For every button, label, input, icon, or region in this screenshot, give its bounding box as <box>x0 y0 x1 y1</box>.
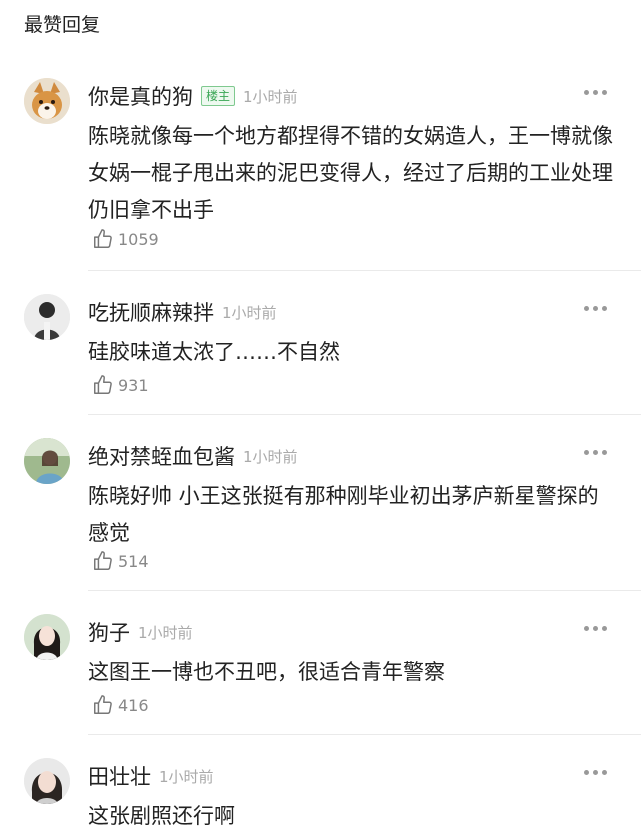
username[interactable]: 绝对禁蛭血包酱 <box>88 441 235 471</box>
comment-item: 狗子 1小时前 这图王一博也不丑吧，很适合青年警察 416 <box>0 614 641 734</box>
username[interactable]: 你是真的狗 <box>88 81 193 111</box>
thumbs-up-icon <box>94 551 112 570</box>
username[interactable]: 吃抚顺麻辣拌 <box>88 297 214 327</box>
username[interactable]: 狗子 <box>88 617 130 647</box>
person-icon <box>24 294 70 340</box>
timestamp: 1小时前 <box>243 87 298 106</box>
comment-text: 陈晓好帅 小王这张挺有那种刚毕业初出茅庐新星警探的感觉 <box>88 484 599 545</box>
person-icon <box>24 758 70 804</box>
timestamp: 1小时前 <box>159 767 214 786</box>
comment-header: 田壮壮 1小时前 <box>88 762 214 790</box>
comment-item: 你是真的狗 楼主 1小时前 陈晓就像每一个地方都捏得不错的女娲造人，王一博就像女… <box>0 78 641 270</box>
divider <box>88 414 641 415</box>
avatar[interactable] <box>24 614 70 660</box>
corgi-dog-icon <box>24 78 70 124</box>
like-count: 931 <box>118 375 149 395</box>
comment-header: 你是真的狗 楼主 1小时前 <box>88 82 298 110</box>
username[interactable]: 田壮壮 <box>88 761 151 791</box>
comment-header: 吃抚顺麻辣拌 1小时前 <box>88 298 277 326</box>
thumbs-up-icon <box>94 229 112 248</box>
comment-text: 硅胶味道太浓了……不自然 <box>88 340 340 364</box>
like-count: 1059 <box>118 229 159 249</box>
avatar[interactable] <box>24 758 70 804</box>
like-button[interactable]: 416 <box>92 694 149 716</box>
avatar[interactable] <box>24 294 70 340</box>
comment-text: 这张剧照还行啊 <box>88 804 235 828</box>
section-title: 最赞回复 <box>24 14 101 36</box>
like-button[interactable]: 1059 <box>92 228 159 250</box>
timestamp: 1小时前 <box>222 303 277 322</box>
timestamp: 1小时前 <box>138 623 193 642</box>
avatar[interactable] <box>24 78 70 124</box>
more-options-icon[interactable] <box>584 626 607 631</box>
like-button[interactable]: 931 <box>92 374 149 396</box>
comment-item: 田壮壮 1小时前 这张剧照还行啊 <box>0 758 641 830</box>
more-options-icon[interactable] <box>584 306 607 311</box>
thumbs-up-icon <box>94 375 112 394</box>
like-button[interactable]: 514 <box>92 550 149 572</box>
like-count: 514 <box>118 551 149 571</box>
comment-text: 陈晓就像每一个地方都捏得不错的女娲造人，王一博就像女娲一棍子甩出来的泥巴变得人，… <box>88 124 613 222</box>
divider <box>88 734 641 735</box>
thumbs-up-icon <box>94 695 112 714</box>
op-badge: 楼主 <box>201 86 236 106</box>
like-count: 416 <box>118 695 149 715</box>
more-options-icon[interactable] <box>584 450 607 455</box>
person-icon <box>24 438 70 484</box>
comment-item: 吃抚顺麻辣拌 1小时前 硅胶味道太浓了……不自然 931 <box>0 294 641 414</box>
timestamp: 1小时前 <box>243 447 298 466</box>
avatar[interactable] <box>24 438 70 484</box>
divider <box>88 270 641 271</box>
comment-text: 这图王一博也不丑吧，很适合青年警察 <box>88 660 445 684</box>
person-icon <box>24 614 70 660</box>
comment-header: 绝对禁蛭血包酱 1小时前 <box>88 442 298 470</box>
more-options-icon[interactable] <box>584 770 607 775</box>
divider <box>88 590 641 591</box>
comment-item: 绝对禁蛭血包酱 1小时前 陈晓好帅 小王这张挺有那种刚毕业初出茅庐新星警探的感觉… <box>0 438 641 590</box>
more-options-icon[interactable] <box>584 90 607 95</box>
comment-header: 狗子 1小时前 <box>88 618 193 646</box>
